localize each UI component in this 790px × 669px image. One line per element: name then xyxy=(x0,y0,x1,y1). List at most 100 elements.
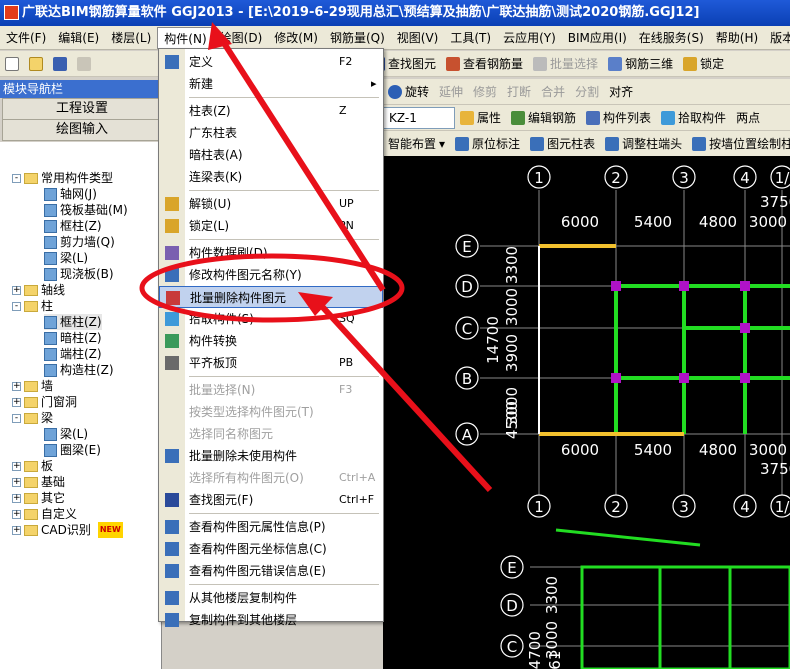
new-file-button[interactable] xyxy=(0,53,24,75)
view-rebar-button[interactable]: 查看钢筋量 xyxy=(441,53,528,75)
batch-select-button[interactable]: 批量选择 xyxy=(528,53,603,75)
menu-item[interactable]: 锁定(L) PN xyxy=(159,215,383,237)
merge-button[interactable]: 合并 xyxy=(536,81,570,103)
save-button[interactable] xyxy=(48,53,72,75)
menu-item[interactable]: 复制构件到其他楼层 xyxy=(159,609,383,631)
menu-item[interactable]: 构件转换 xyxy=(159,330,383,352)
tree-item[interactable]: -梁 xyxy=(12,410,53,426)
element-list-button[interactable]: 构件列表 xyxy=(581,107,656,129)
menu-draw[interactable]: 绘图(D) xyxy=(214,27,269,49)
collapse-icon[interactable]: - xyxy=(12,301,21,311)
tree-item[interactable]: 框柱(Z) xyxy=(44,314,102,330)
menu-item[interactable]: 批量选择(N) F3 xyxy=(159,379,383,401)
tree-item[interactable]: + 门窗洞 xyxy=(12,394,77,410)
element-select-dropdown[interactable]: KZ-1 xyxy=(383,106,455,129)
menu-floor[interactable]: 楼层(L) xyxy=(105,27,157,49)
menu-item[interactable]: 批量删除构件图元 xyxy=(159,286,383,308)
menu-rebar-quantity[interactable]: 钢筋量(Q) xyxy=(324,27,391,49)
expand-icon[interactable]: + xyxy=(12,509,21,519)
drawing-canvas[interactable]: 12341/12341/EDCBA60005400480030003750600… xyxy=(383,156,790,669)
expand-icon[interactable]: + xyxy=(12,397,21,407)
tree-item[interactable]: 圈梁(E) xyxy=(44,442,101,458)
menu-item[interactable]: 选择所有构件图元(O) Ctrl+A xyxy=(159,467,383,489)
edit-rebar-button[interactable]: 编辑钢筋 xyxy=(506,107,581,129)
menu-item[interactable]: 查看构件图元属性信息(P) xyxy=(159,516,383,538)
pick-element-button[interactable]: 拾取构件 xyxy=(656,107,731,129)
align-button[interactable]: 对齐 xyxy=(604,81,638,103)
open-file-button[interactable] xyxy=(24,53,48,75)
adjust-column-end-button[interactable]: 调整柱端头 xyxy=(600,133,687,155)
menu-edit[interactable]: 编辑(E) xyxy=(52,27,105,49)
drawing-input-button[interactable]: 绘图输入 xyxy=(2,119,162,141)
menu-item[interactable]: 批量删除未使用构件 xyxy=(159,445,383,467)
menu-item[interactable]: 定义 F2 xyxy=(159,51,383,73)
menu-help[interactable]: 帮助(H) xyxy=(710,27,764,49)
menu-item[interactable]: 按类型选择构件图元(T) xyxy=(159,401,383,423)
expand-icon[interactable]: + xyxy=(12,493,21,503)
tree-item[interactable]: 剪力墙(Q) xyxy=(44,234,115,250)
menu-component[interactable]: 构件(N) xyxy=(157,26,214,49)
break-button[interactable]: 打断 xyxy=(502,81,536,103)
menu-item[interactable]: 查找图元(F) Ctrl+F xyxy=(159,489,383,511)
menu-item[interactable]: 解锁(U) UP xyxy=(159,193,383,215)
rebar-3d-button[interactable]: 钢筋三维 xyxy=(603,53,678,75)
tree-item[interactable]: -柱 xyxy=(12,298,53,314)
rotate-button[interactable]: 旋转 xyxy=(383,81,434,103)
menu-bim[interactable]: BIM应用(I) xyxy=(562,27,633,49)
collapse-icon[interactable]: - xyxy=(12,413,21,423)
menu-item[interactable]: 柱表(Z) Z xyxy=(159,100,383,122)
tree-item[interactable]: 框柱(Z) xyxy=(44,218,102,234)
menu-item[interactable]: 平齐板顶 PB xyxy=(159,352,383,374)
tree-item[interactable]: + 轴线 xyxy=(12,282,65,298)
menu-item[interactable]: 选择同名称图元 xyxy=(159,423,383,445)
tree-item[interactable]: + 其它 xyxy=(12,490,65,506)
lock-button[interactable]: 锁定 xyxy=(678,53,729,75)
column-table-button[interactable]: 图元柱表 xyxy=(525,133,600,155)
expand-icon[interactable]: + xyxy=(12,525,21,535)
menu-file[interactable]: 文件(F) xyxy=(0,27,52,49)
tree-item[interactable]: 轴网(J) xyxy=(44,186,97,202)
tree-item[interactable]: - 常用构件类型 xyxy=(12,170,113,186)
tree-item[interactable]: + 墙 xyxy=(12,378,53,394)
menu-item[interactable]: 新建 ▸ xyxy=(159,73,383,95)
menu-item[interactable]: 拾取构件(S) SQ xyxy=(159,308,383,330)
tree-item[interactable]: 梁(L) xyxy=(44,426,88,442)
expand-icon[interactable]: + xyxy=(12,477,21,487)
menu-view[interactable]: 视图(V) xyxy=(391,27,445,49)
menu-cloud[interactable]: 云应用(Y) xyxy=(497,27,562,49)
smart-layout-button[interactable]: 智能布置 ▾ xyxy=(383,133,450,155)
tree-item[interactable]: 暗柱(Z) xyxy=(44,330,102,346)
tree-item[interactable]: 筏板基础(M) xyxy=(44,202,128,218)
collapse-icon[interactable]: - xyxy=(12,173,21,183)
original-annotation-button[interactable]: 原位标注 xyxy=(450,133,525,155)
undo-button[interactable] xyxy=(72,53,96,75)
menu-item[interactable]: 连梁表(K) xyxy=(159,166,383,188)
menu-modify[interactable]: 修改(M) xyxy=(268,27,324,49)
menu-item[interactable]: 查看构件图元坐标信息(C) xyxy=(159,538,383,560)
menu-item[interactable]: 广东柱表 xyxy=(159,122,383,144)
tree-item[interactable]: 现浇板(B) xyxy=(44,266,114,282)
tree-item[interactable]: + CAD识别 NEW xyxy=(12,522,123,538)
tree-item[interactable]: 构造柱(Z) xyxy=(44,362,114,378)
tree-item[interactable]: + 板 xyxy=(12,458,53,474)
draw-by-wall-button[interactable]: 按墙位置绘制柱 xyxy=(687,133,790,155)
tree-item[interactable]: + 自定义 xyxy=(12,506,77,522)
menu-online[interactable]: 在线服务(S) xyxy=(633,27,710,49)
expand-icon[interactable]: + xyxy=(12,461,21,471)
expand-icon[interactable]: + xyxy=(12,285,21,295)
menu-item[interactable]: 从其他楼层复制构件 xyxy=(159,587,383,609)
menu-item[interactable]: 暗柱表(A) xyxy=(159,144,383,166)
expand-icon[interactable]: + xyxy=(12,381,21,391)
tree-item[interactable]: + 基础 xyxy=(12,474,65,490)
trim-button[interactable]: 修剪 xyxy=(468,81,502,103)
menu-item[interactable]: 查看构件图元错误信息(E) xyxy=(159,560,383,582)
menu-item[interactable]: 构件数据刷(D) xyxy=(159,242,383,264)
menu-version[interactable]: 版本号(B) xyxy=(764,27,790,49)
properties-button[interactable]: 属性 xyxy=(455,107,506,129)
two-points-button[interactable]: 两点 xyxy=(731,107,765,129)
menu-item[interactable]: 修改构件图元名称(Y) xyxy=(159,264,383,286)
project-settings-button[interactable]: 工程设置 xyxy=(2,98,162,120)
split-button[interactable]: 分割 xyxy=(570,81,604,103)
tree-item[interactable]: 端柱(Z) xyxy=(44,346,102,362)
extend-button[interactable]: 延伸 xyxy=(434,81,468,103)
